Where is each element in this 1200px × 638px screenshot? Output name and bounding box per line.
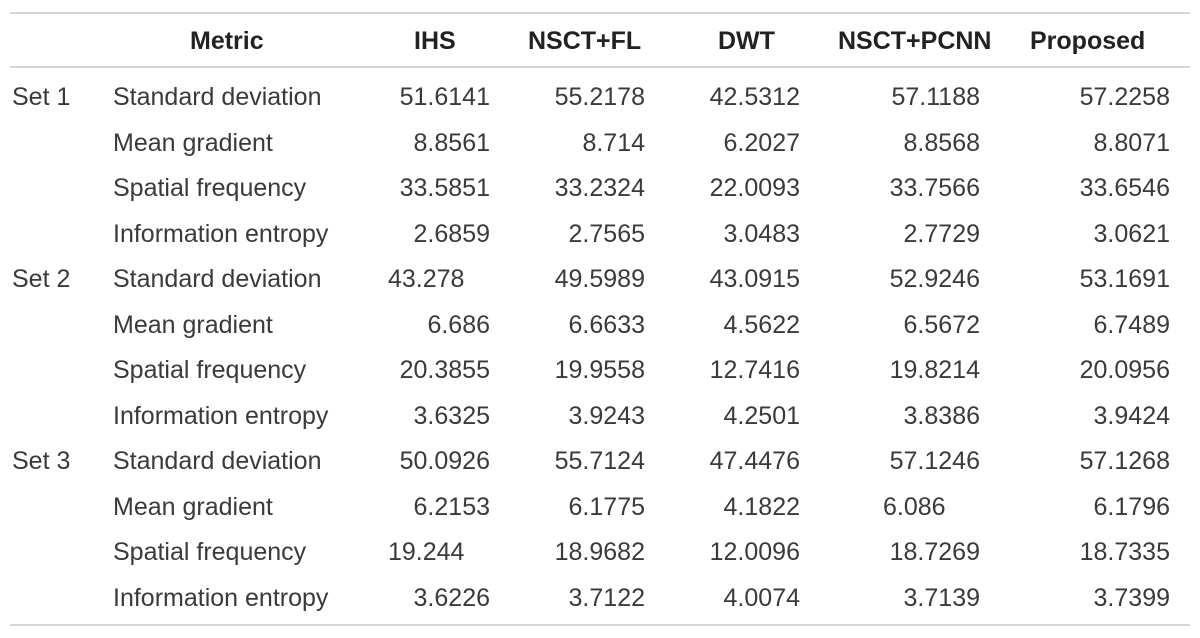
- metric-label: Standard deviation: [113, 447, 322, 475]
- value-nsct-fl: 49.5989: [554, 265, 645, 293]
- value-dwt: 43.0915: [709, 265, 800, 293]
- value-ihs: 2.6859: [413, 219, 490, 248]
- metric-label: Information entropy: [113, 583, 329, 612]
- value-proposed: 57.1268: [1079, 447, 1170, 475]
- value-nsct-pcnn: 52.9246: [889, 265, 980, 293]
- header-dwt: DWT: [718, 27, 775, 55]
- header-metric: Metric: [190, 27, 264, 55]
- value-proposed: 3.7399: [1093, 583, 1170, 612]
- value-nsct-pcnn: 33.7566: [889, 174, 980, 202]
- value-nsct-fl: 18.9682: [554, 538, 645, 566]
- value-nsct-pcnn: 57.1188: [891, 83, 980, 111]
- set-label: Set 3: [12, 447, 71, 475]
- header-nsct-pcnn: NSCT+PCNN: [838, 27, 992, 55]
- value-dwt: 22.0093: [709, 174, 800, 202]
- value-dwt: 12.0096: [709, 538, 800, 566]
- value-proposed: 18.7335: [1079, 538, 1170, 566]
- value-proposed: 33.6546: [1079, 174, 1170, 202]
- value-dwt: 12.7416: [709, 356, 800, 384]
- header-proposed: Proposed: [1030, 27, 1146, 55]
- value-nsct-pcnn: 6.5672: [903, 310, 980, 339]
- value-nsct-pcnn: 6.086: [883, 492, 946, 521]
- value-nsct-fl: 2.7565: [568, 219, 645, 248]
- value-proposed: 53.1691: [1079, 265, 1170, 293]
- value-proposed: 3.9424: [1093, 401, 1170, 430]
- value-dwt: 42.5312: [709, 83, 800, 111]
- value-nsct-fl: 55.2178: [554, 83, 645, 111]
- header-nsct-fl: NSCT+FL: [528, 27, 642, 55]
- value-proposed: 8.8071: [1093, 128, 1170, 157]
- value-nsct-fl: 3.9243: [568, 401, 645, 430]
- metric-label: Information entropy: [113, 401, 329, 430]
- value-ihs: 8.8561: [413, 128, 490, 157]
- value-nsct-pcnn: 3.7139: [903, 583, 980, 612]
- value-nsct-fl: 6.1775: [568, 492, 645, 521]
- metric-label: Standard deviation: [113, 265, 322, 293]
- metric-label: Spatial frequency: [113, 538, 307, 566]
- value-proposed: 3.0621: [1093, 219, 1170, 248]
- metric-label: Mean gradient: [113, 310, 273, 339]
- value-dwt: 4.0074: [723, 583, 800, 612]
- metric-label: Mean gradient: [113, 128, 273, 157]
- metric-label: Spatial frequency: [113, 356, 307, 384]
- table-top-rule: [10, 12, 1190, 14]
- metric-label: Information entropy: [113, 219, 329, 248]
- set-label: Set 2: [12, 265, 71, 293]
- value-ihs: 19.244: [388, 538, 465, 566]
- value-nsct-fl: 8.714: [582, 128, 645, 157]
- value-nsct-fl: 19.9558: [554, 356, 645, 384]
- value-nsct-pcnn: 57.1246: [889, 447, 980, 475]
- value-dwt: 47.4476: [709, 447, 800, 475]
- value-dwt: 4.1822: [723, 492, 800, 521]
- header-ihs: IHS: [414, 27, 456, 55]
- metric-label: Standard deviation: [113, 83, 322, 111]
- value-dwt: 6.2027: [723, 128, 800, 157]
- value-ihs: 50.0926: [399, 447, 490, 475]
- value-ihs: 51.6141: [399, 83, 490, 111]
- metric-label: Mean gradient: [113, 492, 273, 521]
- value-nsct-pcnn: 3.8386: [903, 401, 980, 430]
- value-proposed: 6.1796: [1093, 492, 1170, 521]
- value-proposed: 20.0956: [1079, 356, 1170, 384]
- value-dwt: 3.0483: [723, 219, 800, 248]
- value-nsct-pcnn: 2.7729: [903, 219, 980, 248]
- value-ihs: 3.6325: [413, 401, 490, 430]
- metric-label: Spatial frequency: [113, 174, 307, 202]
- value-proposed: 6.7489: [1093, 310, 1170, 339]
- value-dwt: 4.2501: [723, 401, 800, 430]
- value-nsct-fl: 33.2324: [554, 174, 645, 202]
- value-ihs: 33.5851: [399, 174, 490, 202]
- value-nsct-fl: 6.6633: [568, 310, 645, 339]
- table-bottom-rule: [10, 624, 1190, 626]
- value-ihs: 6.2153: [413, 492, 490, 521]
- table-header-rule: [10, 66, 1190, 68]
- value-ihs: 6.686: [427, 310, 490, 339]
- value-nsct-fl: 55.7124: [554, 447, 645, 475]
- value-proposed: 57.2258: [1079, 83, 1170, 111]
- value-nsct-pcnn: 8.8568: [903, 128, 980, 157]
- value-ihs: 3.6226: [413, 583, 490, 612]
- value-dwt: 4.5622: [723, 310, 800, 339]
- value-ihs: 43.278: [388, 265, 465, 293]
- value-nsct-pcnn: 19.8214: [889, 356, 980, 384]
- value-nsct-pcnn: 18.7269: [889, 538, 980, 566]
- set-label: Set 1: [12, 83, 71, 111]
- value-nsct-fl: 3.7122: [568, 583, 645, 612]
- value-ihs: 20.3855: [399, 356, 490, 384]
